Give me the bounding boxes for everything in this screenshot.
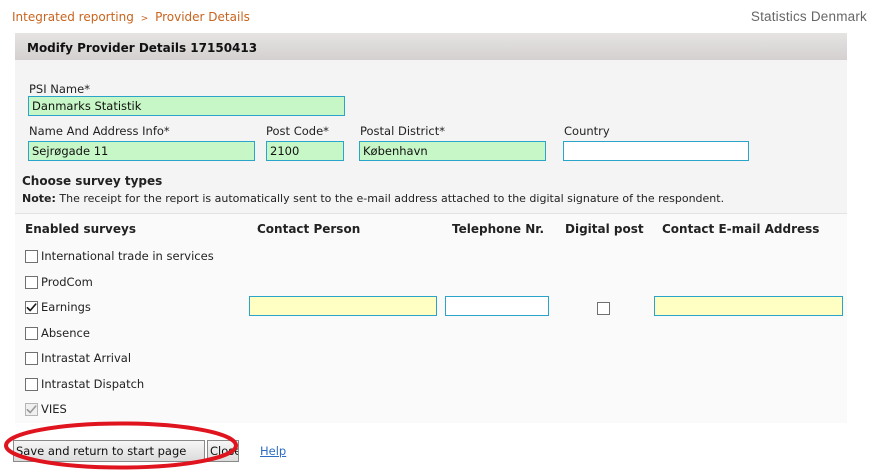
- address-label: Name And Address Info*: [29, 124, 170, 138]
- survey-checkbox[interactable]: [25, 378, 38, 391]
- chevron-right-icon: >: [140, 14, 149, 24]
- surveys-table: [15, 213, 847, 423]
- country-input[interactable]: [563, 141, 749, 161]
- survey-checkbox[interactable]: [25, 276, 38, 289]
- country-label: Country: [564, 124, 610, 138]
- earnings-digital-post-checkbox[interactable]: [597, 302, 610, 315]
- header-email: Contact E-mail Address: [662, 222, 820, 236]
- postal-district-input[interactable]: [359, 141, 546, 161]
- brand-name: Statistics Denmark: [750, 9, 867, 24]
- checkmark-icon: [26, 404, 37, 415]
- checkmark-icon: [26, 302, 37, 313]
- breadcrumb-home-link[interactable]: Integrated reporting: [12, 10, 134, 24]
- breadcrumb-current[interactable]: Provider Details: [155, 10, 250, 24]
- survey-label: Intrastat Dispatch: [41, 377, 145, 391]
- psi-name-label: PSI Name*: [29, 82, 90, 96]
- survey-checkbox[interactable]: [25, 250, 38, 263]
- survey-label: Intrastat Arrival: [41, 351, 132, 365]
- survey-section-title: Choose survey types: [22, 174, 163, 188]
- header-contact-person: Contact Person: [257, 222, 361, 236]
- survey-checkbox[interactable]: [25, 301, 38, 314]
- earnings-telephone-input[interactable]: [445, 296, 549, 316]
- breadcrumb: Integrated reporting > Provider Details: [12, 10, 250, 24]
- note-text: The receipt for the report is automatica…: [59, 192, 725, 205]
- post-code-input[interactable]: [266, 141, 344, 161]
- annotation-ellipse: [4, 421, 238, 470]
- earnings-contact-person-input[interactable]: [249, 296, 437, 316]
- survey-checkbox[interactable]: [25, 327, 38, 340]
- survey-label: Earnings: [41, 300, 91, 314]
- header-enabled-surveys: Enabled surveys: [25, 222, 136, 236]
- survey-note: Note: The receipt for the report is auto…: [22, 192, 724, 205]
- survey-label: International trade in services: [41, 249, 214, 263]
- survey-label: ProdCom: [41, 275, 93, 289]
- header-telephone: Telephone Nr.: [452, 222, 545, 236]
- survey-label: Absence: [41, 326, 90, 340]
- header-digital-post: Digital post: [565, 222, 644, 236]
- panel-title: Modify Provider Details 17150413: [15, 33, 847, 60]
- help-link[interactable]: Help: [260, 444, 286, 458]
- post-code-label: Post Code*: [266, 124, 329, 138]
- survey-label: VIES: [41, 402, 67, 416]
- note-label: Note:: [22, 192, 56, 205]
- postal-district-label: Postal District*: [360, 124, 446, 138]
- address-input[interactable]: [28, 141, 255, 161]
- survey-checkbox[interactable]: [25, 352, 38, 365]
- earnings-email-input[interactable]: [654, 296, 843, 316]
- survey-checkbox: [25, 403, 38, 416]
- psi-name-input[interactable]: [28, 96, 345, 116]
